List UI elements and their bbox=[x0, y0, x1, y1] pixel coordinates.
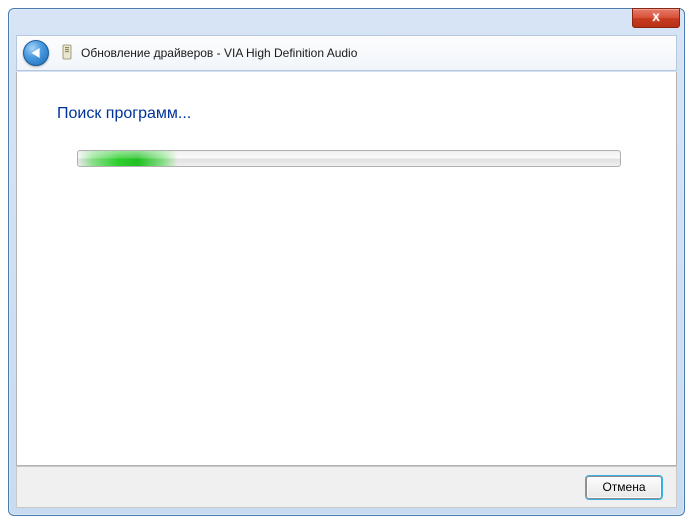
device-icon bbox=[61, 43, 75, 63]
back-button[interactable] bbox=[23, 40, 49, 66]
content-area: Поиск программ... bbox=[16, 72, 677, 466]
header-band: Обновление драйверов - VIA High Definiti… bbox=[16, 35, 677, 71]
close-icon: X bbox=[652, 12, 659, 24]
titlebar: X bbox=[9, 9, 684, 33]
footer-bar: Отмена bbox=[16, 466, 677, 508]
dialog-window: X Обновление драйверов - VIA High Defini… bbox=[8, 8, 685, 516]
back-arrow-icon bbox=[32, 48, 40, 58]
close-button[interactable]: X bbox=[632, 8, 680, 28]
status-heading: Поиск программ... bbox=[57, 105, 191, 123]
cancel-button[interactable]: Отмена bbox=[586, 476, 662, 499]
dialog-title: Обновление драйверов - VIA High Definiti… bbox=[81, 46, 357, 60]
progress-bar bbox=[77, 150, 621, 167]
header-text: Обновление драйверов - VIA High Definiti… bbox=[61, 43, 357, 63]
progress-fill bbox=[78, 151, 178, 166]
